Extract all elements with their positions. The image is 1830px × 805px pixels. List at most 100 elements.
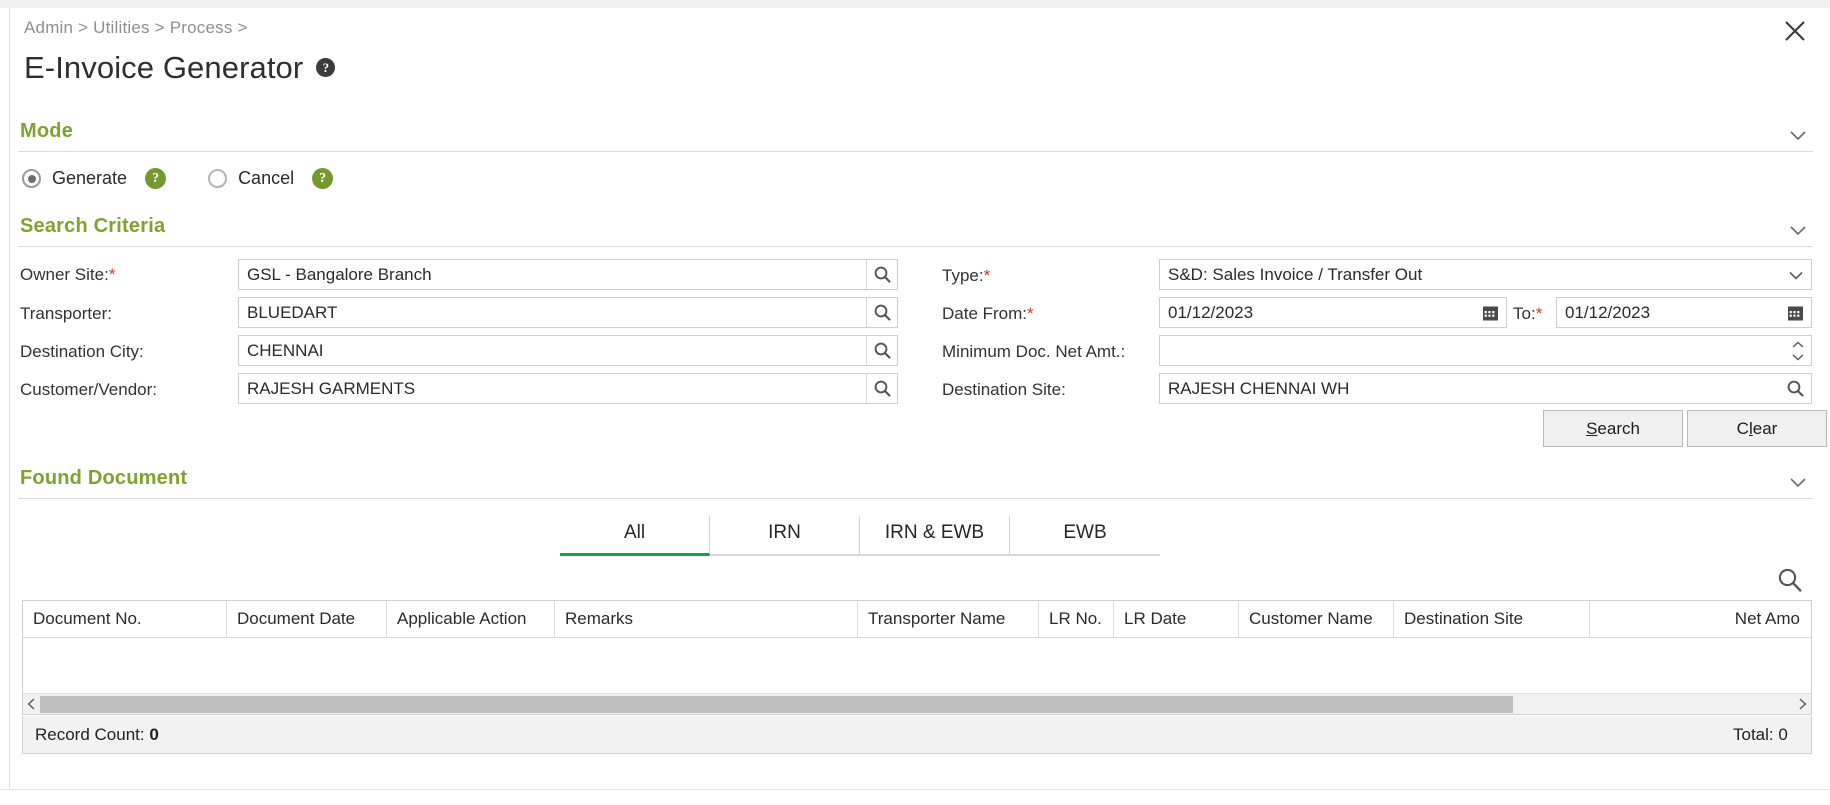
column-header-destination-site[interactable]: Destination Site	[1394, 601, 1590, 637]
search-icon[interactable]	[866, 260, 897, 289]
cancel-help-icon[interactable]: ?	[312, 168, 334, 189]
label-minimum-doc-net-amt: Minimum Doc. Net Amt.:	[942, 342, 1126, 361]
label-owner-site: Owner Site:*	[20, 265, 116, 284]
owner-site-value[interactable]: GSL - Bangalore Branch	[239, 260, 866, 289]
required-asterisk: *	[108, 265, 116, 284]
found-document-section-title: Found Document	[20, 467, 188, 489]
column-header-customer-name[interactable]: Customer Name	[1239, 601, 1394, 637]
type-dropdown[interactable]: S&D: Sales Invoice / Transfer Out	[1159, 259, 1812, 290]
breadcrumb[interactable]: Admin > Utilities > Process >	[24, 18, 248, 38]
search-icon[interactable]	[866, 298, 897, 327]
found-document-section-header[interactable]: Found Document	[18, 465, 1813, 499]
mode-section-header[interactable]: Mode	[18, 118, 1813, 152]
date-to-value[interactable]: 01/12/2023	[1557, 298, 1780, 327]
label-date-from: Date From:*	[942, 304, 1034, 323]
close-icon[interactable]	[1778, 14, 1812, 48]
record-count-label: Record Count:	[35, 724, 145, 744]
e-invoice-generator-window: Admin > Utilities > Process > E-Invoice …	[0, 0, 1830, 805]
date-to-input[interactable]: 01/12/2023	[1556, 297, 1812, 328]
column-header-lr-no[interactable]: LR No.	[1039, 601, 1114, 637]
search-criteria-section-title: Search Criteria	[20, 215, 166, 237]
scroll-left-icon[interactable]	[23, 694, 40, 715]
radio-generate[interactable]: Generate	[22, 168, 127, 189]
column-header-lr-date[interactable]: LR Date	[1114, 601, 1239, 637]
clear-button-label-a: C	[1736, 418, 1749, 438]
search-button-accel: S	[1586, 418, 1598, 438]
scrollbar-thumb[interactable]	[40, 695, 1514, 713]
mode-radio-group: Generate ? Cancel ?	[22, 168, 334, 189]
date-from-input[interactable]: 01/12/2023	[1159, 297, 1507, 328]
tab-ewb[interactable]: EWB	[1010, 516, 1160, 556]
search-icon[interactable]	[866, 336, 897, 365]
generate-help-icon[interactable]: ?	[145, 168, 167, 189]
clear-button[interactable]: Clear	[1687, 410, 1827, 447]
grid-body-empty	[23, 638, 1811, 694]
destination-city-value[interactable]: CHENNAI	[239, 336, 866, 365]
search-button-label: earch	[1597, 418, 1640, 438]
label-destination-city: Destination City:	[20, 342, 144, 361]
customer-vendor-input[interactable]: RAJESH GARMENTS	[238, 373, 898, 404]
window-top-strip	[0, 0, 1830, 8]
search-criteria-section-header[interactable]: Search Criteria	[18, 213, 1813, 247]
required-asterisk: *	[1535, 304, 1543, 323]
column-header-document-no[interactable]: Document No.	[23, 601, 227, 637]
quantity-stepper[interactable]	[1785, 336, 1811, 365]
transporter-input[interactable]: BLUEDART	[238, 297, 898, 328]
column-header-transporter-name[interactable]: Transporter Name	[858, 601, 1039, 637]
label-type: Type:*	[942, 266, 991, 285]
found-document-grid: Document No. Document Date Applicable Ac…	[22, 600, 1812, 715]
label-date-to: To:*	[1513, 304, 1543, 323]
radio-generate-indicator	[22, 169, 41, 188]
grid-footer: Record Count: 0 Total: 0	[22, 716, 1812, 754]
transporter-value[interactable]: BLUEDART	[239, 298, 866, 327]
calendar-icon[interactable]	[1475, 298, 1506, 327]
search-button[interactable]: Search	[1543, 410, 1683, 447]
grid-search-icon[interactable]	[1776, 566, 1804, 594]
radio-cancel-indicator	[208, 169, 228, 188]
label-transporter: Transporter:	[20, 304, 112, 323]
destination-city-input[interactable]: CHENNAI	[238, 335, 898, 366]
tab-irn[interactable]: IRN	[710, 516, 860, 556]
required-asterisk: *	[983, 266, 991, 285]
chevron-down-icon[interactable]	[1787, 124, 1809, 146]
radio-cancel-label: Cancel	[238, 168, 295, 188]
column-header-document-date[interactable]: Document Date	[227, 601, 387, 637]
chevron-down-icon[interactable]	[1780, 260, 1811, 289]
required-asterisk: *	[1027, 304, 1034, 323]
minimum-doc-net-amt-input[interactable]	[1159, 335, 1812, 366]
clear-button-label-b: ear	[1752, 418, 1778, 438]
column-header-applicable-action[interactable]: Applicable Action	[387, 601, 555, 637]
label-destination-site: Destination Site:	[942, 380, 1066, 399]
search-criteria-section: Search Criteria	[18, 213, 1813, 247]
type-value[interactable]: S&D: Sales Invoice / Transfer Out	[1160, 260, 1780, 289]
grid-total: Total: 0	[1733, 724, 1788, 744]
window-bottom-strip	[0, 789, 1830, 805]
chevron-down-icon[interactable]	[1787, 471, 1809, 493]
found-document-section: Found Document	[18, 465, 1813, 499]
page-title: E-Invoice Generator	[24, 50, 304, 85]
owner-site-input[interactable]: GSL - Bangalore Branch	[238, 259, 898, 290]
scrollbar-track[interactable]	[40, 694, 1794, 715]
record-count: Record Count: 0	[23, 725, 159, 745]
chevron-down-icon[interactable]	[1787, 219, 1809, 241]
grid-horizontal-scrollbar[interactable]	[23, 693, 1811, 714]
tab-irn-ewb[interactable]: IRN & EWB	[860, 516, 1010, 556]
window-left-edge	[0, 8, 10, 788]
customer-vendor-value[interactable]: RAJESH GARMENTS	[239, 374, 866, 403]
mode-section: Mode	[18, 118, 1813, 152]
calendar-icon[interactable]	[1780, 298, 1811, 327]
column-header-remarks[interactable]: Remarks	[555, 601, 858, 637]
page-title-row: E-Invoice Generator ?	[24, 50, 336, 85]
radio-cancel[interactable]: Cancel	[208, 168, 294, 189]
mode-section-title: Mode	[20, 120, 74, 142]
grid-header-row: Document No. Document Date Applicable Ac…	[23, 601, 1811, 638]
help-icon[interactable]: ?	[316, 58, 336, 77]
search-icon[interactable]	[1780, 374, 1811, 403]
tab-all[interactable]: All	[560, 516, 710, 556]
destination-site-input[interactable]: RAJESH CHENNAI WH	[1159, 373, 1812, 404]
column-header-net-amount[interactable]: Net Amo	[1590, 601, 1810, 637]
date-from-value[interactable]: 01/12/2023	[1160, 298, 1475, 327]
scroll-right-icon[interactable]	[1794, 694, 1811, 715]
destination-site-value[interactable]: RAJESH CHENNAI WH	[1160, 374, 1780, 403]
search-icon[interactable]	[866, 374, 897, 403]
